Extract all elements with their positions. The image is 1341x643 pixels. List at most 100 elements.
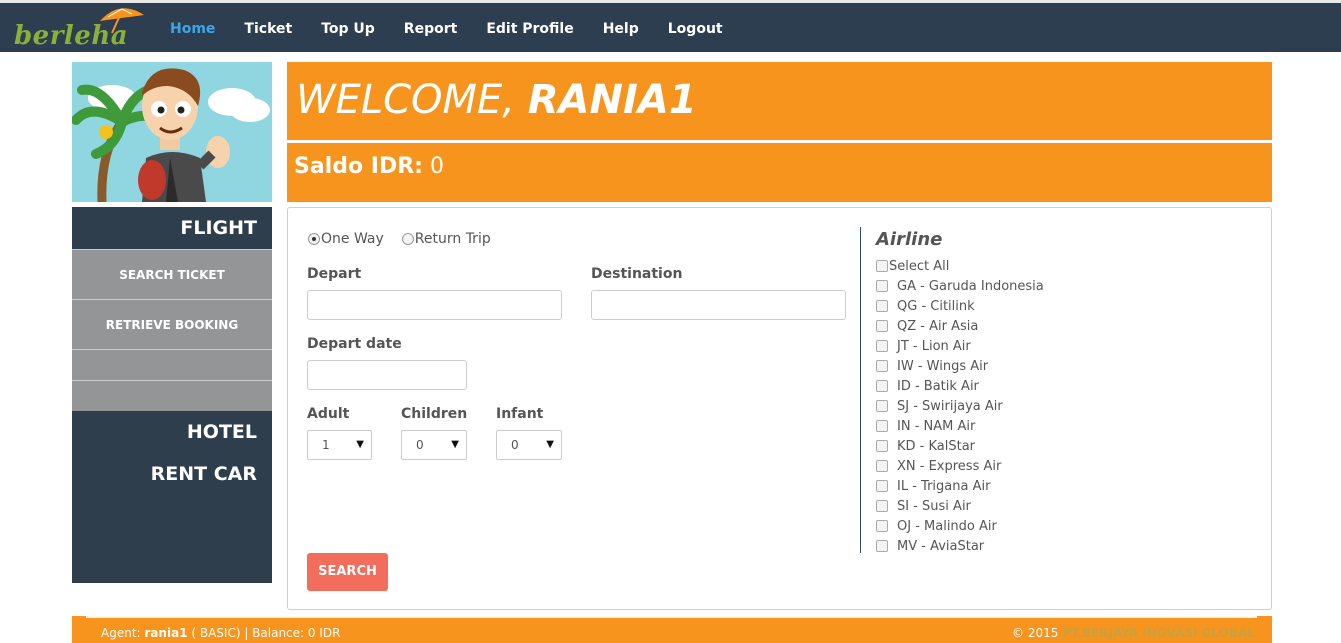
brand-logo[interactable]: berleha: [12, 5, 144, 53]
airline-checkbox[interactable]: [876, 460, 888, 472]
flight-search-panel: One Way Return Trip Depart Destination D…: [287, 207, 1272, 610]
airline-checkbox[interactable]: [876, 480, 888, 492]
nav-help[interactable]: Help: [603, 21, 639, 37]
airline-label[interactable]: SI - Susi Air: [897, 499, 971, 514]
balance-banner: Saldo IDR: 0: [287, 143, 1272, 202]
airline-label[interactable]: ID - Batik Air: [897, 379, 979, 394]
children-select[interactable]: 0 ▼: [401, 430, 467, 460]
depart-label: Depart: [307, 266, 362, 282]
airline-item[interactable]: OJ - Malindo Air: [876, 516, 1044, 536]
airline-label[interactable]: SJ - Swirijaya Air: [897, 399, 1003, 414]
airline-checkbox[interactable]: [876, 300, 888, 312]
airline-item[interactable]: JT - Lion Air: [876, 336, 1044, 356]
sidebar-hotel-heading[interactable]: HOTEL: [72, 411, 272, 453]
sidebar: FLIGHT SEARCH TICKET RETRIEVE BOOKING HO…: [72, 207, 272, 583]
airline-item[interactable]: ID - Batik Air: [876, 376, 1044, 396]
airline-checkbox[interactable]: [876, 280, 888, 292]
airline-item[interactable]: QG - Citilink: [876, 296, 1044, 316]
saldo-label: Saldo IDR:: [294, 154, 423, 179]
airline-checkbox[interactable]: [876, 440, 888, 452]
airline-item[interactable]: IW - Wings Air: [876, 356, 1044, 376]
sidebar-rent-car-heading[interactable]: RENT CAR: [72, 453, 272, 495]
search-button[interactable]: SEARCH: [307, 553, 388, 591]
nav-edit-profile[interactable]: Edit Profile: [486, 21, 573, 37]
airline-item[interactable]: XN - Express Air: [876, 456, 1044, 476]
nav-top-up[interactable]: Top Up: [321, 21, 375, 37]
depart-date-label: Depart date: [307, 336, 402, 352]
main-nav: Home Ticket Top Up Report Edit Profile H…: [170, 3, 752, 55]
airline-checkbox[interactable]: [876, 380, 888, 392]
airline-label[interactable]: IL - Trigana Air: [897, 479, 990, 494]
airline-label[interactable]: QZ - Air Asia: [897, 319, 978, 334]
traveler-illustration: [72, 62, 272, 202]
infant-select-value: 0: [511, 438, 519, 452]
infant-label: Infant: [496, 406, 544, 422]
nav-ticket[interactable]: Ticket: [244, 21, 292, 37]
airline-label[interactable]: QG - Citilink: [897, 299, 975, 314]
nav-report[interactable]: Report: [404, 21, 458, 37]
airline-checkbox[interactable]: [876, 360, 888, 372]
one-way-radio[interactable]: [308, 233, 320, 245]
airline-label[interactable]: OJ - Malindo Air: [897, 519, 997, 534]
nav-logout[interactable]: Logout: [668, 21, 723, 37]
adult-label: Adult: [307, 406, 350, 422]
airline-item[interactable]: GA - Garuda Indonesia: [876, 276, 1044, 296]
sidebar-flight-heading[interactable]: FLIGHT: [72, 207, 272, 249]
trip-type-group: One Way Return Trip: [308, 231, 491, 247]
airline-item[interactable]: KD - KalStar: [876, 436, 1044, 456]
sidebar-item-blank-1[interactable]: [72, 349, 272, 380]
destination-input[interactable]: [591, 290, 846, 320]
children-select-value: 0: [416, 438, 424, 452]
dropdown-arrow-icon: ▼: [451, 439, 459, 450]
airline-label[interactable]: JT - Lion Air: [897, 339, 971, 354]
depart-date-input[interactable]: [307, 360, 467, 390]
top-navbar: berleha Home Ticket Top Up Report Edit P…: [0, 0, 1341, 52]
airline-label[interactable]: IW - Wings Air: [897, 359, 988, 374]
select-all-checkbox[interactable]: [876, 260, 888, 272]
copyright-text: © 2015: [1012, 626, 1059, 640]
airline-item[interactable]: IL - Trigana Air: [876, 476, 1044, 496]
agent-label: Agent:: [101, 626, 141, 640]
return-trip-radio[interactable]: [401, 233, 414, 245]
airline-item[interactable]: QZ - Air Asia: [876, 316, 1044, 336]
airline-checkbox[interactable]: [876, 400, 888, 412]
select-all-label[interactable]: Select All: [889, 259, 949, 274]
adult-select[interactable]: 1 ▼: [307, 430, 372, 460]
one-way-label[interactable]: One Way: [321, 231, 384, 247]
sidebar-item-blank-2[interactable]: [72, 380, 272, 411]
children-label: Children: [401, 406, 468, 422]
airline-label[interactable]: MV - AviaStar: [897, 539, 984, 554]
airline-label[interactable]: XN - Express Air: [897, 459, 1001, 474]
airline-checkbox[interactable]: [876, 520, 888, 532]
saldo-value: 0: [429, 154, 444, 179]
airline-item[interactable]: IN - NAM Air: [876, 416, 1044, 436]
airline-label[interactable]: IN - NAM Air: [897, 419, 975, 434]
airline-checkbox[interactable]: [876, 500, 888, 512]
airline-checkbox[interactable]: [876, 320, 888, 332]
airline-label[interactable]: KD - KalStar: [897, 439, 975, 454]
footer-copyright: © 2015 PT.BERJAYA INOVASI GLOBAL: [1012, 626, 1255, 640]
welcome-prefix: WELCOME,: [296, 77, 528, 123]
return-trip-label[interactable]: Return Trip: [415, 231, 491, 247]
airline-checkbox[interactable]: [876, 540, 888, 552]
depart-input[interactable]: [307, 290, 562, 320]
footer-agent-info: Agent: rania1 ( BASIC) | Balance: 0 IDR: [101, 626, 340, 640]
dropdown-arrow-icon: ▼: [356, 439, 364, 450]
airline-item[interactable]: SI - Susi Air: [876, 496, 1044, 516]
agent-name: rania1: [144, 626, 188, 640]
airline-label[interactable]: GA - Garuda Indonesia: [897, 279, 1044, 294]
welcome-banner: WELCOME, RANIA1: [287, 62, 1272, 140]
infant-select[interactable]: 0 ▼: [496, 430, 562, 460]
airline-item[interactable]: SJ - Swirijaya Air: [876, 396, 1044, 416]
airline-divider: [860, 227, 861, 553]
company-link[interactable]: PT.BERJAYA INOVASI GLOBAL: [1062, 626, 1255, 640]
welcome-username: RANIA1: [527, 77, 697, 123]
sidebar-item-retrieve-booking[interactable]: RETRIEVE BOOKING: [72, 299, 272, 349]
airline-checkbox[interactable]: [876, 420, 888, 432]
select-all-row[interactable]: Select All: [876, 256, 1044, 276]
sidebar-item-search-ticket[interactable]: SEARCH TICKET: [72, 249, 272, 299]
nav-home[interactable]: Home: [170, 21, 215, 37]
airline-heading: Airline: [876, 229, 943, 250]
airline-item[interactable]: MV - AviaStar: [876, 536, 1044, 556]
airline-checkbox[interactable]: [876, 340, 888, 352]
